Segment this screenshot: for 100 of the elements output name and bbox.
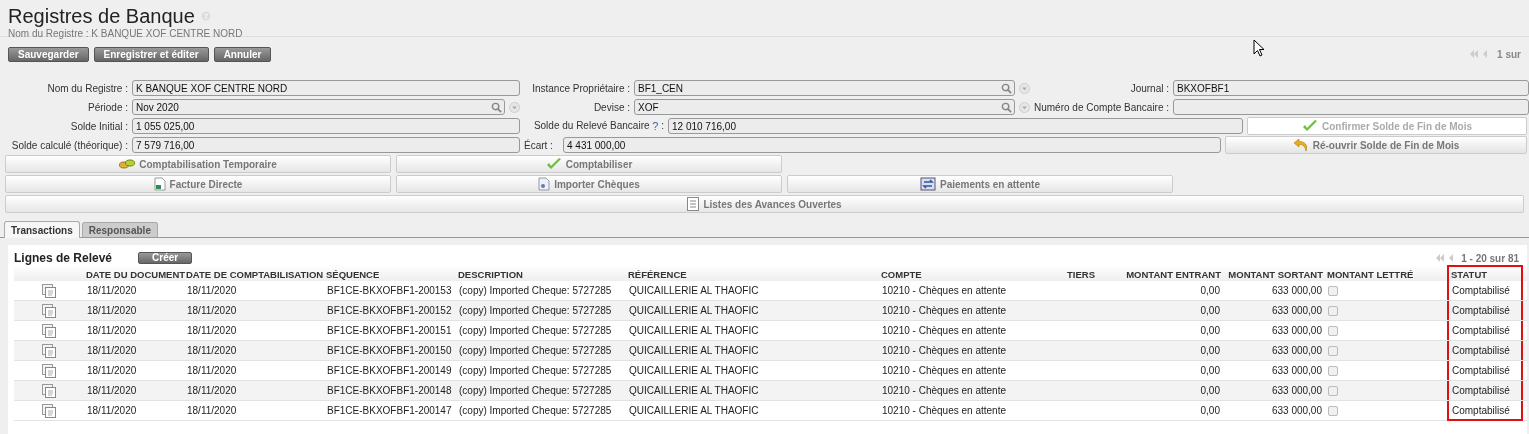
- amount-cell-text: 0,00: [1199, 384, 1221, 398]
- column-header: TIERS: [1066, 268, 1096, 281]
- amount-cell-text: 0,00: [1199, 344, 1221, 358]
- action-button[interactable]: Importer Chèques: [396, 175, 782, 193]
- field-label: Nom du Registre :: [46, 82, 128, 94]
- copy-icon[interactable]: [42, 363, 56, 378]
- amount-cell-text: 633 000,00: [1270, 284, 1323, 298]
- action-button[interactable]: Listes des Avances Ouvertes: [5, 195, 1524, 213]
- reference-cell-text: QUICAILLERIE AL THAOFIC: [628, 284, 760, 298]
- reference-cell-text: QUICAILLERIE AL THAOFIC: [628, 344, 760, 358]
- column-header: MONTANT SORTANT: [1227, 268, 1324, 281]
- date-cell-text: 18/11/2020: [86, 404, 138, 418]
- search-icon[interactable]: [1001, 83, 1012, 94]
- description-cell-text: (copy) Imported Cheque: 5727285: [458, 404, 613, 418]
- sequence-cell-text: BF1CE-BKXOFBF1-200153: [326, 284, 453, 298]
- copy-icon[interactable]: [42, 343, 56, 358]
- table-row[interactable]: 18/11/2020 18/11/2020 BF1CE-BKXOFBF1-200151 (copy) Imported Cheque: 5727285 QUICAILLERIE AL THAOFIC 10210 - Chèques en attente 0,00 633 000,00 Comptabilisé: [14, 321, 1527, 341]
- lookup-field[interactable]: Nov 2020: [132, 99, 505, 115]
- column-header: DESCRIPTION: [457, 268, 524, 281]
- copy-icon[interactable]: [42, 403, 56, 418]
- tab[interactable]: Transactions: [4, 221, 80, 238]
- table-row[interactable]: 18/11/2020 18/11/2020 BF1CE-BKXOFBF1-200149 (copy) Imported Cheque: 5727285 QUICAILLERIE AL THAOFIC 10210 - Chèques en attente 0,00 633 000,00 Comptabilisé: [14, 361, 1527, 381]
- checkbox[interactable]: [1328, 405, 1338, 416]
- search-icon[interactable]: [491, 102, 502, 113]
- description-cell-text: (copy) Imported Cheque: 5727285: [458, 324, 613, 338]
- tab[interactable]: Responsable: [81, 222, 158, 237]
- checkbox[interactable]: [1328, 365, 1338, 376]
- column-header: DATE DU DOCUMENT: [85, 268, 184, 281]
- field-label: Solde calculé (théorique) :: [10, 139, 128, 151]
- toolbar-button[interactable]: Annuler: [213, 46, 272, 62]
- amount-cell-text: 633 000,00: [1270, 324, 1323, 338]
- search-icon[interactable]: [1001, 102, 1012, 113]
- table-row[interactable]: 18/11/2020 18/11/2020 BF1CE-BKXOFBF1-200148 (copy) Imported Cheque: 5727285 QUICAILLERIE AL THAOFIC 10210 - Chèques en attente 0,00 633 000,00 Comptabilisé: [14, 381, 1527, 401]
- date-cell-text: 18/11/2020: [186, 384, 238, 398]
- action-button[interactable]: Comptabiliser: [396, 155, 782, 173]
- column-header: RÉFÉRENCE: [627, 268, 688, 281]
- field-label: Journal :: [1129, 82, 1169, 94]
- checkbox[interactable]: [1328, 345, 1338, 356]
- account-cell-text: 10210 - Chèques en attente: [881, 364, 1007, 378]
- description-cell-text: (copy) Imported Cheque: 5727285: [458, 304, 613, 318]
- dropdown-icon[interactable]: [1019, 101, 1030, 113]
- column-header: SÉQUENCE: [325, 268, 381, 281]
- text-field[interactable]: 12 010 716,00: [668, 118, 1243, 134]
- text-field[interactable]: 4 431 000,00: [563, 137, 1221, 153]
- text-field[interactable]: K BANQUE XOF CENTRE NORD: [132, 80, 520, 96]
- dropdown-icon[interactable]: [509, 101, 520, 113]
- toolbar-button[interactable]: Enregistrer et éditer: [93, 46, 209, 62]
- reference-cell-text: QUICAILLERIE AL THAOFIC: [628, 404, 760, 418]
- checkbox[interactable]: [1328, 325, 1338, 336]
- date-cell-text: 18/11/2020: [186, 364, 238, 378]
- account-cell-text: 10210 - Chèques en attente: [881, 304, 1007, 318]
- table-row[interactable]: 18/11/2020 18/11/2020 BF1CE-BKXOFBF1-200150 (copy) Imported Cheque: 5727285 QUICAILLERIE AL THAOFIC 10210 - Chèques en attente 0,00 633 000,00 Comptabilisé: [14, 341, 1527, 361]
- amount-cell-text: 633 000,00: [1270, 304, 1323, 318]
- account-cell-text: 10210 - Chèques en attente: [881, 404, 1007, 418]
- column-header: DATE DE COMPTABILISATION: [185, 268, 324, 281]
- text-field[interactable]: [1173, 99, 1529, 115]
- column-header: COMPTE: [880, 268, 923, 281]
- create-button[interactable]: Créer: [138, 252, 193, 264]
- section-title: Lignes de Relevé: [14, 251, 113, 265]
- reference-cell-text: QUICAILLERIE AL THAOFIC: [628, 324, 760, 338]
- date-cell-text: 18/11/2020: [86, 304, 138, 318]
- reference-cell-text: QUICAILLERIE AL THAOFIC: [628, 384, 760, 398]
- sequence-cell-text: BF1CE-BKXOFBF1-200149: [326, 364, 453, 378]
- action-button[interactable]: Facture Directe: [5, 175, 391, 193]
- month-end-button[interactable]: Ré-ouvrir Solde de Fin de Mois: [1225, 136, 1527, 154]
- amount-cell-text: 0,00: [1199, 364, 1221, 378]
- text-field[interactable]: 1 055 025,00: [132, 118, 520, 134]
- lookup-field[interactable]: XOF: [634, 99, 1015, 115]
- text-field[interactable]: BKXOFBF1: [1173, 80, 1529, 96]
- table-row[interactable]: 18/11/2020 18/11/2020 BF1CE-BKXOFBF1-200152 (copy) Imported Cheque: 5727285 QUICAILLERIE AL THAOFIC 10210 - Chèques en attente 0,00 633 000,00 Comptabilisé: [14, 301, 1527, 321]
- help-icon[interactable]: [200, 11, 211, 21]
- description-cell-text: (copy) Imported Cheque: 5727285: [458, 364, 613, 378]
- copy-icon[interactable]: [42, 303, 56, 318]
- text-field[interactable]: 7 579 716,00: [132, 137, 520, 153]
- description-cell-text: (copy) Imported Cheque: 5727285: [458, 284, 613, 298]
- column-header: MONTANT ENTRANT: [1127, 268, 1222, 281]
- sequence-cell-text: BF1CE-BKXOFBF1-200151: [326, 324, 453, 338]
- copy-icon[interactable]: [42, 283, 56, 298]
- dropdown-icon[interactable]: [1019, 82, 1030, 94]
- toolbar-button[interactable]: Sauvegarder: [8, 46, 89, 62]
- amount-cell-text: 0,00: [1199, 284, 1221, 298]
- copy-icon[interactable]: [42, 323, 56, 338]
- sequence-cell-text: BF1CE-BKXOFBF1-200147: [326, 404, 453, 418]
- payment-icon: [919, 177, 936, 191]
- table-row[interactable]: 18/11/2020 18/11/2020 BF1CE-BKXOFBF1-200153 (copy) Imported Cheque: 5727285 QUICAILLERIE AL THAOFIC 10210 - Chèques en attente 0,00 633 000,00 Comptabilisé: [14, 281, 1527, 301]
- checkbox[interactable]: [1328, 385, 1338, 396]
- checkbox[interactable]: [1328, 305, 1338, 316]
- date-cell-text: 18/11/2020: [86, 324, 138, 338]
- table-row[interactable]: 18/11/2020 18/11/2020 BF1CE-BKXOFBF1-200147 (copy) Imported Cheque: 5727285 QUICAILLERIE AL THAOFIC 10210 - Chèques en attente 0,00 633 000,00 Comptabilisé: [14, 401, 1527, 421]
- amount-cell-text: 633 000,00: [1270, 344, 1323, 358]
- checkbox[interactable]: [1328, 285, 1338, 296]
- record-pager: 1 sur: [1497, 48, 1521, 60]
- lookup-field[interactable]: BF1_CEN: [634, 80, 1015, 96]
- undo-arrow-icon: [1292, 138, 1309, 152]
- copy-icon[interactable]: [42, 383, 56, 398]
- action-button[interactable]: Paiements en attente: [787, 175, 1173, 193]
- account-cell-text: 10210 - Chèques en attente: [881, 384, 1007, 398]
- action-button[interactable]: Comptabilisation Temporaire: [5, 155, 391, 173]
- document-icon: [153, 177, 166, 191]
- record-subtitle: Nom du Registre : K BANQUE XOF CENTRE NORD: [8, 28, 244, 39]
